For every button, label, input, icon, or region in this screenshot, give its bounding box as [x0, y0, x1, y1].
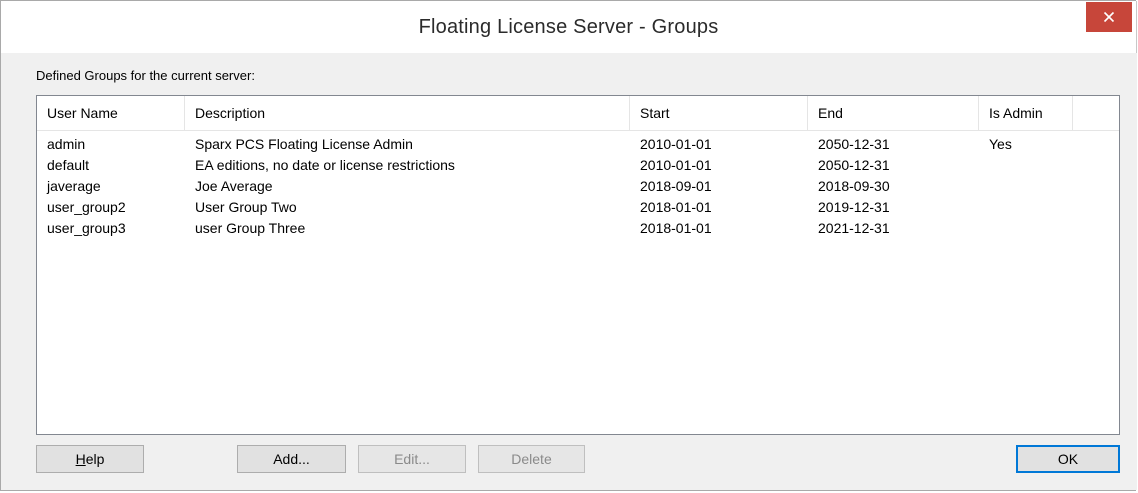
cell-user-name: javerage — [47, 178, 101, 194]
column-header-is-admin[interactable]: Is Admin — [979, 96, 1073, 130]
cell-user-name: default — [47, 157, 90, 173]
cell-start: 2018-09-01 — [640, 178, 712, 194]
delete-button-label: Delete — [511, 451, 552, 467]
help-button-label: Help — [75, 451, 105, 467]
title-bar[interactable]: Floating License Server - Groups — [1, 1, 1137, 53]
cell-start: 2018-01-01 — [640, 199, 712, 215]
table-row[interactable]: admin Sparx PCS Floating License Admin 2… — [37, 134, 1119, 155]
cell-start: 2010-01-01 — [640, 136, 712, 152]
cell-end: 2021-12-31 — [818, 220, 890, 236]
cell-end: 2019-12-31 — [818, 199, 890, 215]
cell-is-admin: Yes — [989, 136, 1012, 152]
edit-button[interactable]: Edit... — [358, 445, 466, 473]
cell-description: user Group Three — [195, 220, 306, 236]
close-icon — [1103, 11, 1115, 23]
cell-is-admin — [979, 197, 1073, 218]
column-header-end[interactable]: End — [808, 96, 979, 130]
cell-is-admin — [979, 218, 1073, 239]
ok-button[interactable]: OK — [1016, 445, 1120, 473]
cell-is-admin — [979, 176, 1073, 197]
groups-list[interactable]: User Name Description Start End Is Admin… — [36, 95, 1120, 435]
cell-is-admin — [979, 155, 1073, 176]
list-rows: admin Sparx PCS Floating License Admin 2… — [37, 134, 1119, 239]
table-row[interactable]: default EA editions, no date or license … — [37, 155, 1119, 176]
dialog-body: Defined Groups for the current server: U… — [1, 53, 1137, 490]
add-button-label: Add... — [273, 451, 310, 467]
add-button[interactable]: Add... — [237, 445, 346, 473]
table-row[interactable]: user_group3 user Group Three 2018-01-01 … — [37, 218, 1119, 239]
cell-description: Sparx PCS Floating License Admin — [195, 136, 413, 152]
window-title: Floating License Server - Groups — [418, 16, 719, 38]
groups-caption: Defined Groups for the current server: — [36, 68, 255, 83]
close-button[interactable] — [1086, 2, 1132, 32]
cell-description: EA editions, no date or license restrict… — [195, 157, 455, 173]
ok-button-label: OK — [1057, 451, 1079, 467]
groups-dialog: Floating License Server - Groups Defined… — [0, 0, 1137, 491]
cell-user-name: admin — [47, 136, 86, 152]
table-row[interactable]: javerage Joe Average 2018-09-01 2018-09-… — [37, 176, 1119, 197]
cell-start: 2010-01-01 — [640, 157, 712, 173]
cell-description: Joe Average — [195, 178, 273, 194]
cell-description: User Group Two — [195, 199, 297, 215]
column-header-user-name[interactable]: User Name — [37, 96, 185, 130]
delete-button[interactable]: Delete — [478, 445, 585, 473]
cell-start: 2018-01-01 — [640, 220, 712, 236]
cell-end: 2050-12-31 — [818, 157, 890, 173]
list-header: User Name Description Start End Is Admin — [37, 96, 1119, 131]
cell-end: 2018-09-30 — [818, 178, 890, 194]
edit-button-label: Edit... — [394, 451, 430, 467]
table-row[interactable]: user_group2 User Group Two 2018-01-01 20… — [37, 197, 1119, 218]
help-button[interactable]: Help — [36, 445, 144, 473]
column-header-description[interactable]: Description — [185, 96, 630, 130]
cell-end: 2050-12-31 — [818, 136, 890, 152]
cell-user-name: user_group2 — [47, 199, 126, 215]
column-header-start[interactable]: Start — [630, 96, 808, 130]
cell-user-name: user_group3 — [47, 220, 126, 236]
